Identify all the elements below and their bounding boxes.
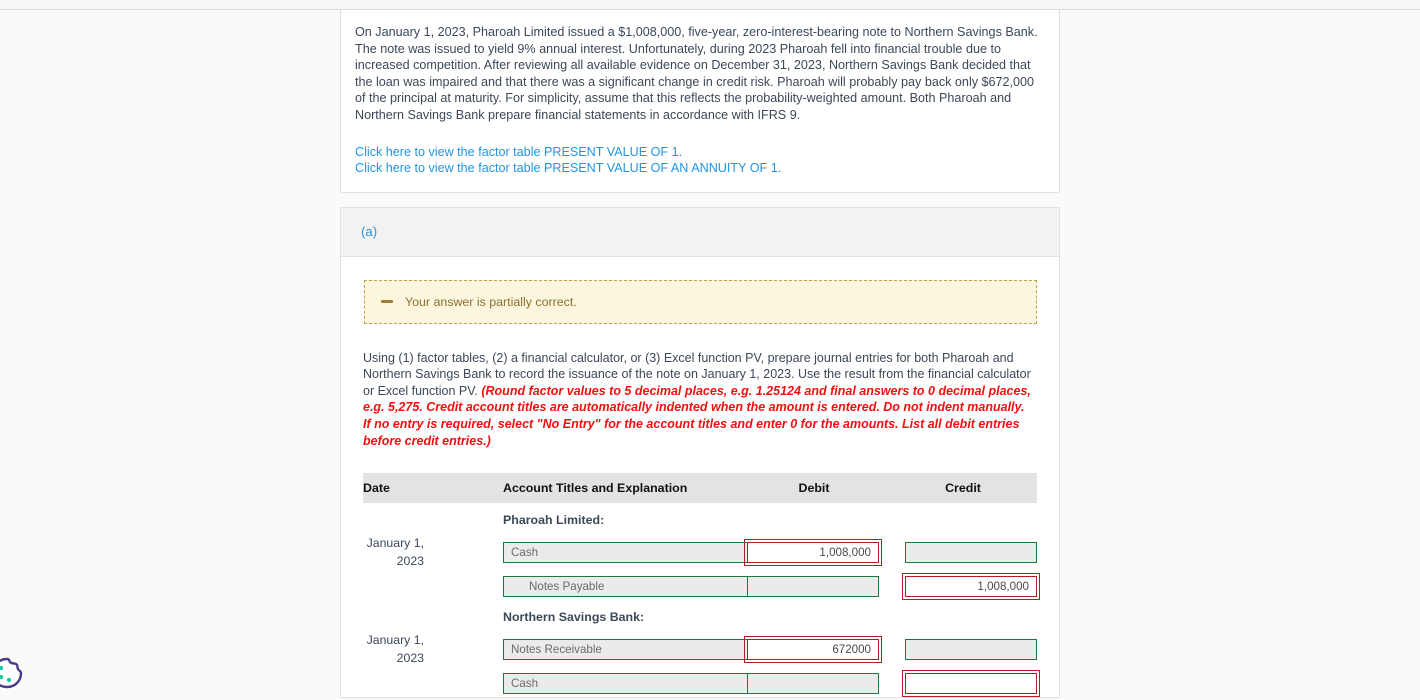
journal-group-title-cell: Pharoah Limited: [433, 503, 1037, 531]
page-root: On January 1, 2023, Pharoah Limited issu… [0, 0, 1420, 700]
journal-account-cell: Notes Receivable [433, 628, 791, 670]
section-header-a: (a) [340, 206, 1060, 257]
journal-group-header-spacer [363, 503, 433, 531]
journal-debit-cell [739, 573, 889, 600]
content-column: On January 1, 2023, Pharoah Limited issu… [340, 10, 1060, 699]
problem-statement-text: On January 1, 2023, Pharoah Limited issu… [355, 25, 1038, 122]
journal-entry-table: Date Account Titles and Explanation Debi… [363, 473, 1040, 698]
debit-amount-value: 672000 [832, 642, 871, 656]
link-present-value-of-1[interactable]: Click here to view the factor table PRES… [355, 144, 1041, 160]
journal-account-cell: Cash [433, 531, 791, 573]
journal-date-cell [363, 670, 433, 697]
credit-amount-input[interactable]: 1,008,000 [902, 573, 1040, 601]
journal-credit-cell [889, 531, 1037, 573]
credit-amount-input[interactable] [905, 638, 1037, 660]
account-title-value: Notes Payable [529, 580, 605, 594]
journal-credit-cell: 1,008,000 [889, 573, 1040, 601]
journal-header-row: Date Account Titles and Explanation Debi… [363, 473, 1037, 504]
journal-entry-row: Cash [363, 670, 1040, 698]
journal-group-header-spacer [363, 600, 433, 628]
debit-amount-input[interactable] [747, 673, 879, 695]
account-title-value: Cash [511, 677, 539, 691]
journal-credit-cell [889, 670, 1040, 698]
cookie-consent-icon[interactable] [0, 656, 24, 690]
journal-group-title: Northern Savings Bank: [503, 610, 645, 625]
account-title-value: Cash [511, 545, 539, 559]
journal-credit-cell [889, 628, 1037, 670]
column-header-date: Date [363, 473, 433, 504]
column-header-debit: Debit [739, 473, 889, 504]
journal-entry-row: January 1, 2023 Cash 1,008,000 [363, 531, 1037, 573]
factor-table-links: Click here to view the factor table PRES… [355, 144, 1041, 176]
section-label: (a) [361, 224, 378, 240]
journal-entry-row: Notes Payable 1,008,000 [363, 573, 1040, 601]
journal-date-cell [363, 573, 433, 600]
journal-account-cell: Notes Payable [433, 573, 791, 600]
account-title-value: Notes Receivable [511, 642, 602, 656]
minus-icon [381, 300, 393, 304]
journal-group-title: Pharoah Limited: [503, 513, 605, 528]
journal-group-header-row: Northern Savings Bank: [363, 600, 1037, 628]
link-present-value-of-annuity-of-1[interactable]: Click here to view the factor table PRES… [355, 160, 1041, 176]
journal-debit-cell: 672000 [739, 628, 889, 670]
credit-amount-input[interactable] [902, 670, 1040, 698]
journal-entry-row: January 1, 2023 Notes Receivable 672000 [363, 628, 1037, 670]
credit-amount-input[interactable] [905, 541, 1037, 563]
debit-amount-input[interactable] [747, 576, 879, 598]
problem-statement-card: On January 1, 2023, Pharoah Limited issu… [340, 10, 1060, 193]
debit-amount-input[interactable]: 672000 [744, 635, 882, 663]
journal-group-title-cell: Northern Savings Bank: [433, 600, 1037, 628]
alert-message: Your answer is partially correct. [405, 294, 577, 309]
journal-debit-cell: 1,008,000 [739, 531, 889, 573]
journal-table-body: Pharoah Limited: January 1, 2023 Cash 1,008… [363, 503, 1040, 698]
credit-amount-value: 1,008,000 [977, 580, 1029, 594]
debit-amount-input[interactable]: 1,008,000 [744, 538, 882, 566]
column-header-account: Account Titles and Explanation [433, 473, 739, 504]
journal-date-cell: January 1, 2023 [366, 633, 424, 666]
top-divider [0, 0, 1420, 10]
journal-account-cell: Cash [433, 670, 791, 697]
journal-debit-cell [739, 670, 889, 697]
status-alert-partially-correct: Your answer is partially correct. [364, 279, 1037, 324]
debit-amount-value: 1,008,000 [819, 545, 871, 559]
column-header-credit: Credit [889, 473, 1037, 504]
section-body-a: Your answer is partially correct. Using … [340, 256, 1060, 699]
cookie-glyph [0, 657, 23, 689]
journal-table-head: Date Account Titles and Explanation Debi… [363, 473, 1037, 504]
journal-group-header-row: Pharoah Limited: [363, 503, 1037, 531]
journal-date-cell: January 1, 2023 [366, 536, 424, 569]
instructions-text: Using (1) factor tables, (2) a financial… [363, 350, 1037, 450]
